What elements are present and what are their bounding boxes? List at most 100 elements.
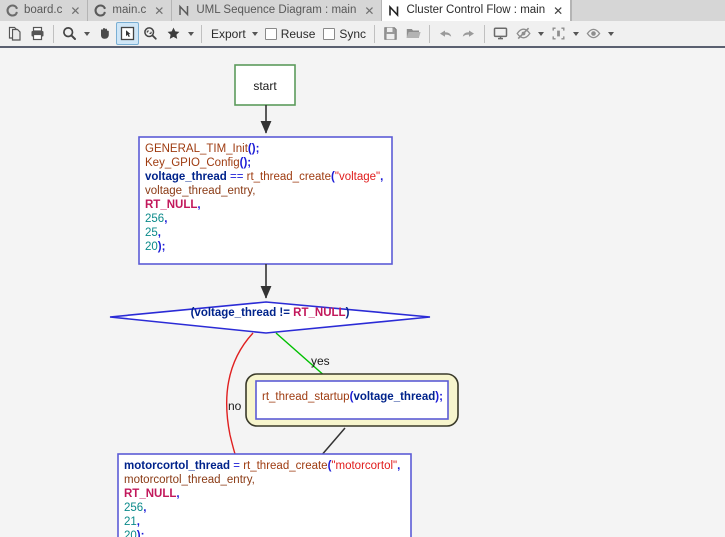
open-folder-icon[interactable] — [402, 22, 425, 45]
star-icon[interactable] — [162, 22, 185, 45]
tab-cluster-control-flow[interactable]: Cluster Control Flow : main ✕ — [382, 0, 572, 21]
code-line: 256, — [145, 212, 391, 226]
code-line: motorcortol_thread_entry, — [124, 473, 410, 487]
zoom-icon[interactable] — [58, 22, 81, 45]
reuse-checkbox[interactable]: Reuse — [261, 26, 320, 41]
tab-bar-filler — [571, 0, 725, 21]
code-token: GENERAL_TIM_Init — [145, 143, 248, 155]
redo-icon[interactable] — [457, 22, 480, 45]
code-token: , — [164, 213, 168, 225]
reuse-label: Reuse — [280, 26, 316, 41]
code-token: rt_thread_startup — [262, 391, 350, 403]
node-rt-thread-startup-highlighted[interactable]: rt_thread_startup(voltage_thread); — [245, 373, 459, 427]
select-tool-icon[interactable] — [116, 22, 139, 45]
code-token: RT_NULL — [145, 199, 198, 211]
application-window: board.c ✕ main.c ✕ UML Sequence Diagram … — [0, 0, 725, 537]
toolbar-separator — [201, 24, 202, 43]
code-token: motorcortol_thread_entry, — [124, 474, 255, 486]
chevron-down-icon[interactable] — [81, 22, 93, 45]
code-token: (); — [239, 157, 252, 169]
monitor-icon[interactable] — [489, 22, 512, 45]
eye-icon[interactable] — [582, 22, 605, 45]
copy-icon[interactable] — [3, 22, 26, 45]
print-icon[interactable] — [26, 22, 49, 45]
code-line: 20); — [124, 529, 410, 537]
close-icon[interactable]: ✕ — [70, 5, 80, 17]
code-line: 20); — [145, 240, 391, 254]
code-token: motorcortol_thread — [124, 460, 231, 472]
close-icon[interactable]: ✕ — [154, 5, 164, 17]
code-token: voltage_thread — [353, 391, 436, 403]
chevron-down-icon[interactable] — [605, 22, 617, 45]
code-token: 256 — [124, 502, 144, 514]
tab-label: UML Sequence Diagram : main — [196, 3, 357, 16]
code-token: (); — [247, 143, 260, 155]
code-token: ); — [136, 530, 145, 537]
code-line: voltage_thread == rt_thread_create("volt… — [145, 170, 391, 184]
code-line: RT_NULL, — [145, 198, 391, 212]
tab-uml-sequence-diagram[interactable]: UML Sequence Diagram : main ✕ — [172, 0, 383, 21]
sync-checkbox[interactable]: Sync — [319, 26, 370, 41]
code-token: "motorcortol" — [331, 460, 398, 472]
edge-yes-label: yes — [311, 354, 330, 368]
code-token: , — [380, 171, 384, 183]
toolbar-separator — [374, 24, 376, 43]
motor-code-text: motorcortol_thread = rt_thread_create("m… — [124, 459, 410, 537]
flowchart-svg: start GENERAL_TIM_Init();Key_GPIO_Config… — [109, 64, 459, 537]
code-line: GENERAL_TIM_Init(); — [145, 142, 391, 156]
close-icon[interactable]: ✕ — [553, 5, 563, 17]
diagram-toolbar: Export Reuse Sync — [0, 21, 725, 48]
code-token: 256 — [145, 213, 165, 225]
undo-icon[interactable] — [434, 22, 457, 45]
node-init-code-block[interactable]: GENERAL_TIM_Init();Key_GPIO_Config();vol… — [138, 136, 393, 265]
tab-main-c[interactable]: main.c ✕ — [88, 0, 173, 21]
close-icon[interactable]: ✕ — [364, 5, 374, 17]
code-line: 25, — [145, 226, 391, 240]
sync-label: Sync — [339, 26, 367, 41]
code-token: ); — [157, 241, 166, 253]
c-file-icon — [6, 4, 19, 17]
code-token: , — [136, 516, 140, 528]
node-decision-voltage-thread[interactable]: (voltage_thread != RT_NULL) — [109, 301, 431, 334]
save-icon[interactable] — [379, 22, 402, 45]
code-token: "voltage" — [334, 171, 381, 183]
pan-hand-icon[interactable] — [93, 22, 116, 45]
toolbar-separator — [429, 24, 431, 43]
checkbox-box[interactable] — [264, 27, 277, 40]
code-token: 21 — [124, 516, 137, 528]
chevron-down-icon[interactable] — [249, 22, 261, 45]
eye-slash-icon[interactable] — [512, 22, 535, 45]
chevron-down-icon[interactable] — [185, 22, 197, 45]
code-token: 25 — [145, 227, 158, 239]
code-line: Key_GPIO_Config(); — [145, 156, 391, 170]
startup-code-text: rt_thread_startup(voltage_thread); — [262, 390, 446, 404]
flowchart-canvas[interactable]: start GENERAL_TIM_Init(); Key_GPIO_Config… — [0, 50, 725, 537]
code-token: 20 — [124, 530, 137, 537]
decision-label: (voltage_thread != RT_NULL) — [140, 306, 400, 320]
tab-label: main.c — [112, 3, 147, 16]
code-token: RT_NULL — [124, 488, 177, 500]
code-token: Key_GPIO_Config — [145, 157, 240, 169]
code-line: 21, — [124, 515, 410, 529]
c-file-icon — [94, 4, 107, 17]
export-button[interactable]: Export — [206, 28, 249, 40]
code-token: RT_NULL — [293, 307, 346, 319]
code-token: (voltage_thread != — [190, 307, 294, 319]
chevron-down-icon[interactable] — [570, 22, 582, 45]
checkbox-box[interactable] — [323, 27, 336, 40]
code-token: ) — [345, 307, 350, 319]
tab-board-c[interactable]: board.c ✕ — [0, 0, 89, 21]
node-motor-code-block[interactable]: motorcortol_thread = rt_thread_create("m… — [117, 453, 412, 537]
code-token: ); — [435, 391, 443, 403]
diagram-icon — [388, 4, 401, 17]
code-token: == — [226, 171, 247, 183]
node-start[interactable]: start — [234, 64, 296, 106]
code-line: motorcortol_thread = rt_thread_create("m… — [124, 459, 410, 473]
code-token: rt_thread_create — [243, 460, 328, 472]
code-line: RT_NULL, — [124, 487, 410, 501]
zoom-fit-icon[interactable] — [139, 22, 162, 45]
edge-no-label: no — [228, 399, 242, 413]
code-token: , — [176, 488, 180, 500]
chevron-down-icon[interactable] — [535, 22, 547, 45]
bracket-select-icon[interactable] — [547, 22, 570, 45]
